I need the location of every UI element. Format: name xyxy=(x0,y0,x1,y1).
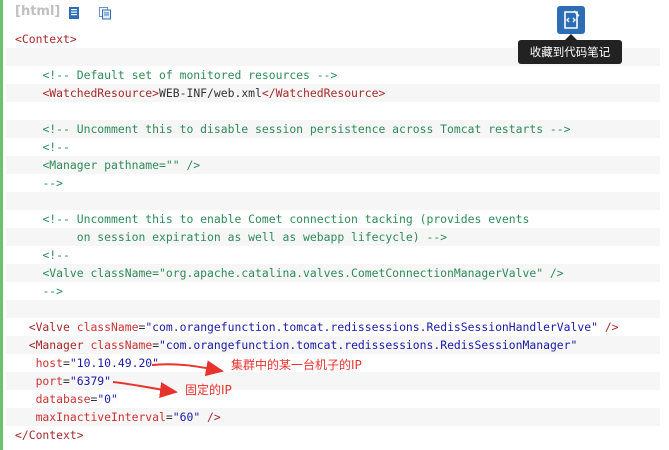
annotation-arrows xyxy=(112,360,224,398)
port-annotation: 固定的IP xyxy=(185,383,232,397)
port-arrow xyxy=(112,381,178,398)
host-annotation: 集群中的某一台机子的IP xyxy=(231,358,362,372)
host-arrow xyxy=(151,360,224,377)
